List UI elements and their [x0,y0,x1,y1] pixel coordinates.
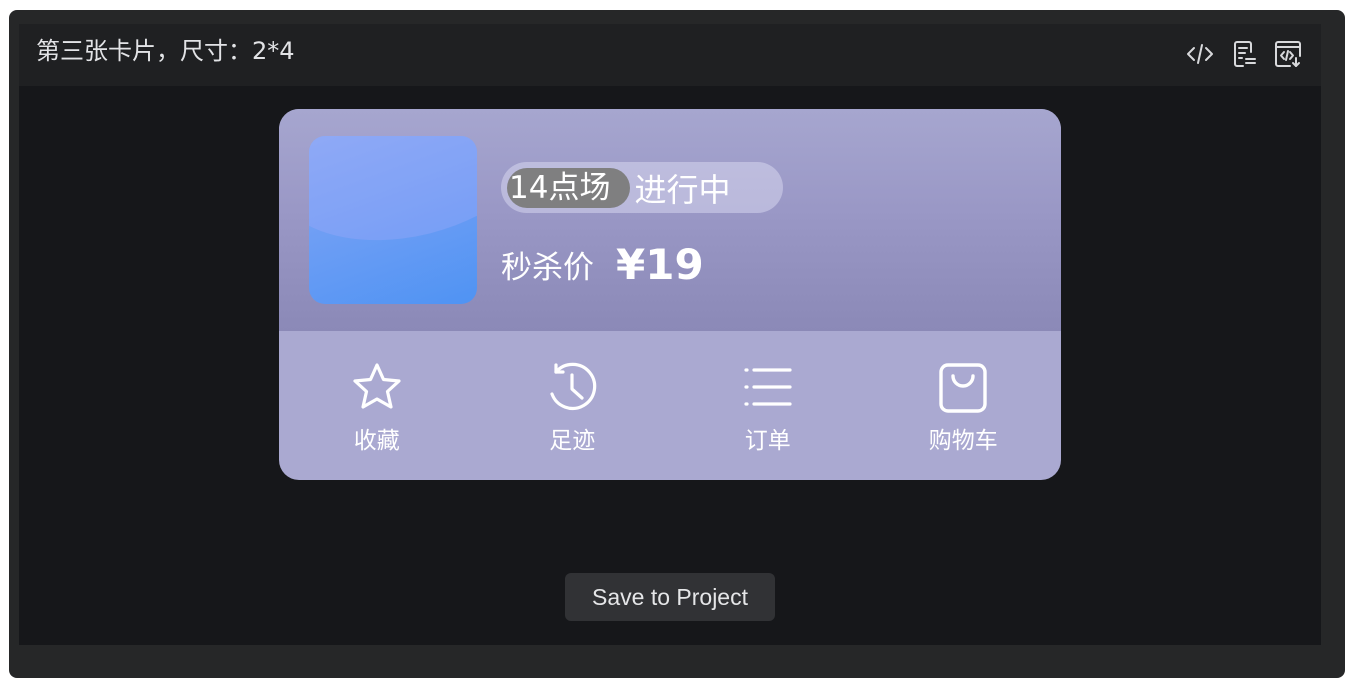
export-code-button[interactable] [1271,37,1305,71]
view-file-button[interactable] [1227,37,1261,71]
header-toolbar [1183,37,1305,71]
star-icon [353,363,401,409]
shopping-bag-icon [939,363,987,413]
file-icon [1234,41,1256,67]
session-pill: 14点场 进行中 [501,162,783,213]
price-row: 秒杀价 ¥19 [501,237,704,291]
product-image[interactable] [309,136,477,304]
action-label: 购物车 [928,428,998,454]
card-actions: 收藏 足迹 订单 购物车 [279,331,1061,480]
preview-stage: 14点场 进行中 秒杀价 ¥19 收藏 足迹 订单 购物车 Save to Pr… [19,86,1321,645]
action-label: 收藏 [353,428,400,454]
preview-panel: 第三张卡片，尺寸：2*4 14点场 进行中 秒杀价 ¥19 收藏 足迹 订单 购… [9,10,1345,678]
export-code-icon [1275,41,1301,67]
session-time-badge: 14点场 [507,167,631,208]
save-to-project-button[interactable]: Save to Project [565,573,775,621]
panel-title: 第三张卡片，尺寸：2*4 [36,37,295,65]
card-top-section: 14点场 进行中 秒杀价 ¥19 [279,109,1061,331]
history-clock-icon [550,362,597,410]
action-cart[interactable]: 购物车 [866,331,1062,480]
action-label: 订单 [744,428,791,454]
action-label: 足迹 [549,428,596,454]
code-icon [1187,44,1213,64]
panel-header: 第三张卡片，尺寸：2*4 [19,24,1321,86]
session-status: 进行中 [634,170,731,209]
list-icon [744,368,792,406]
action-orders[interactable]: 订单 [670,331,866,480]
action-history[interactable]: 足迹 [475,331,671,480]
product-image-highlight [309,136,477,268]
action-favorite[interactable]: 收藏 [279,331,475,480]
price-label: 秒杀价 [501,249,594,286]
price-value: ¥19 [616,239,704,289]
view-code-button[interactable] [1183,37,1217,71]
flash-sale-card[interactable]: 14点场 进行中 秒杀价 ¥19 收藏 足迹 订单 购物车 [279,109,1061,480]
